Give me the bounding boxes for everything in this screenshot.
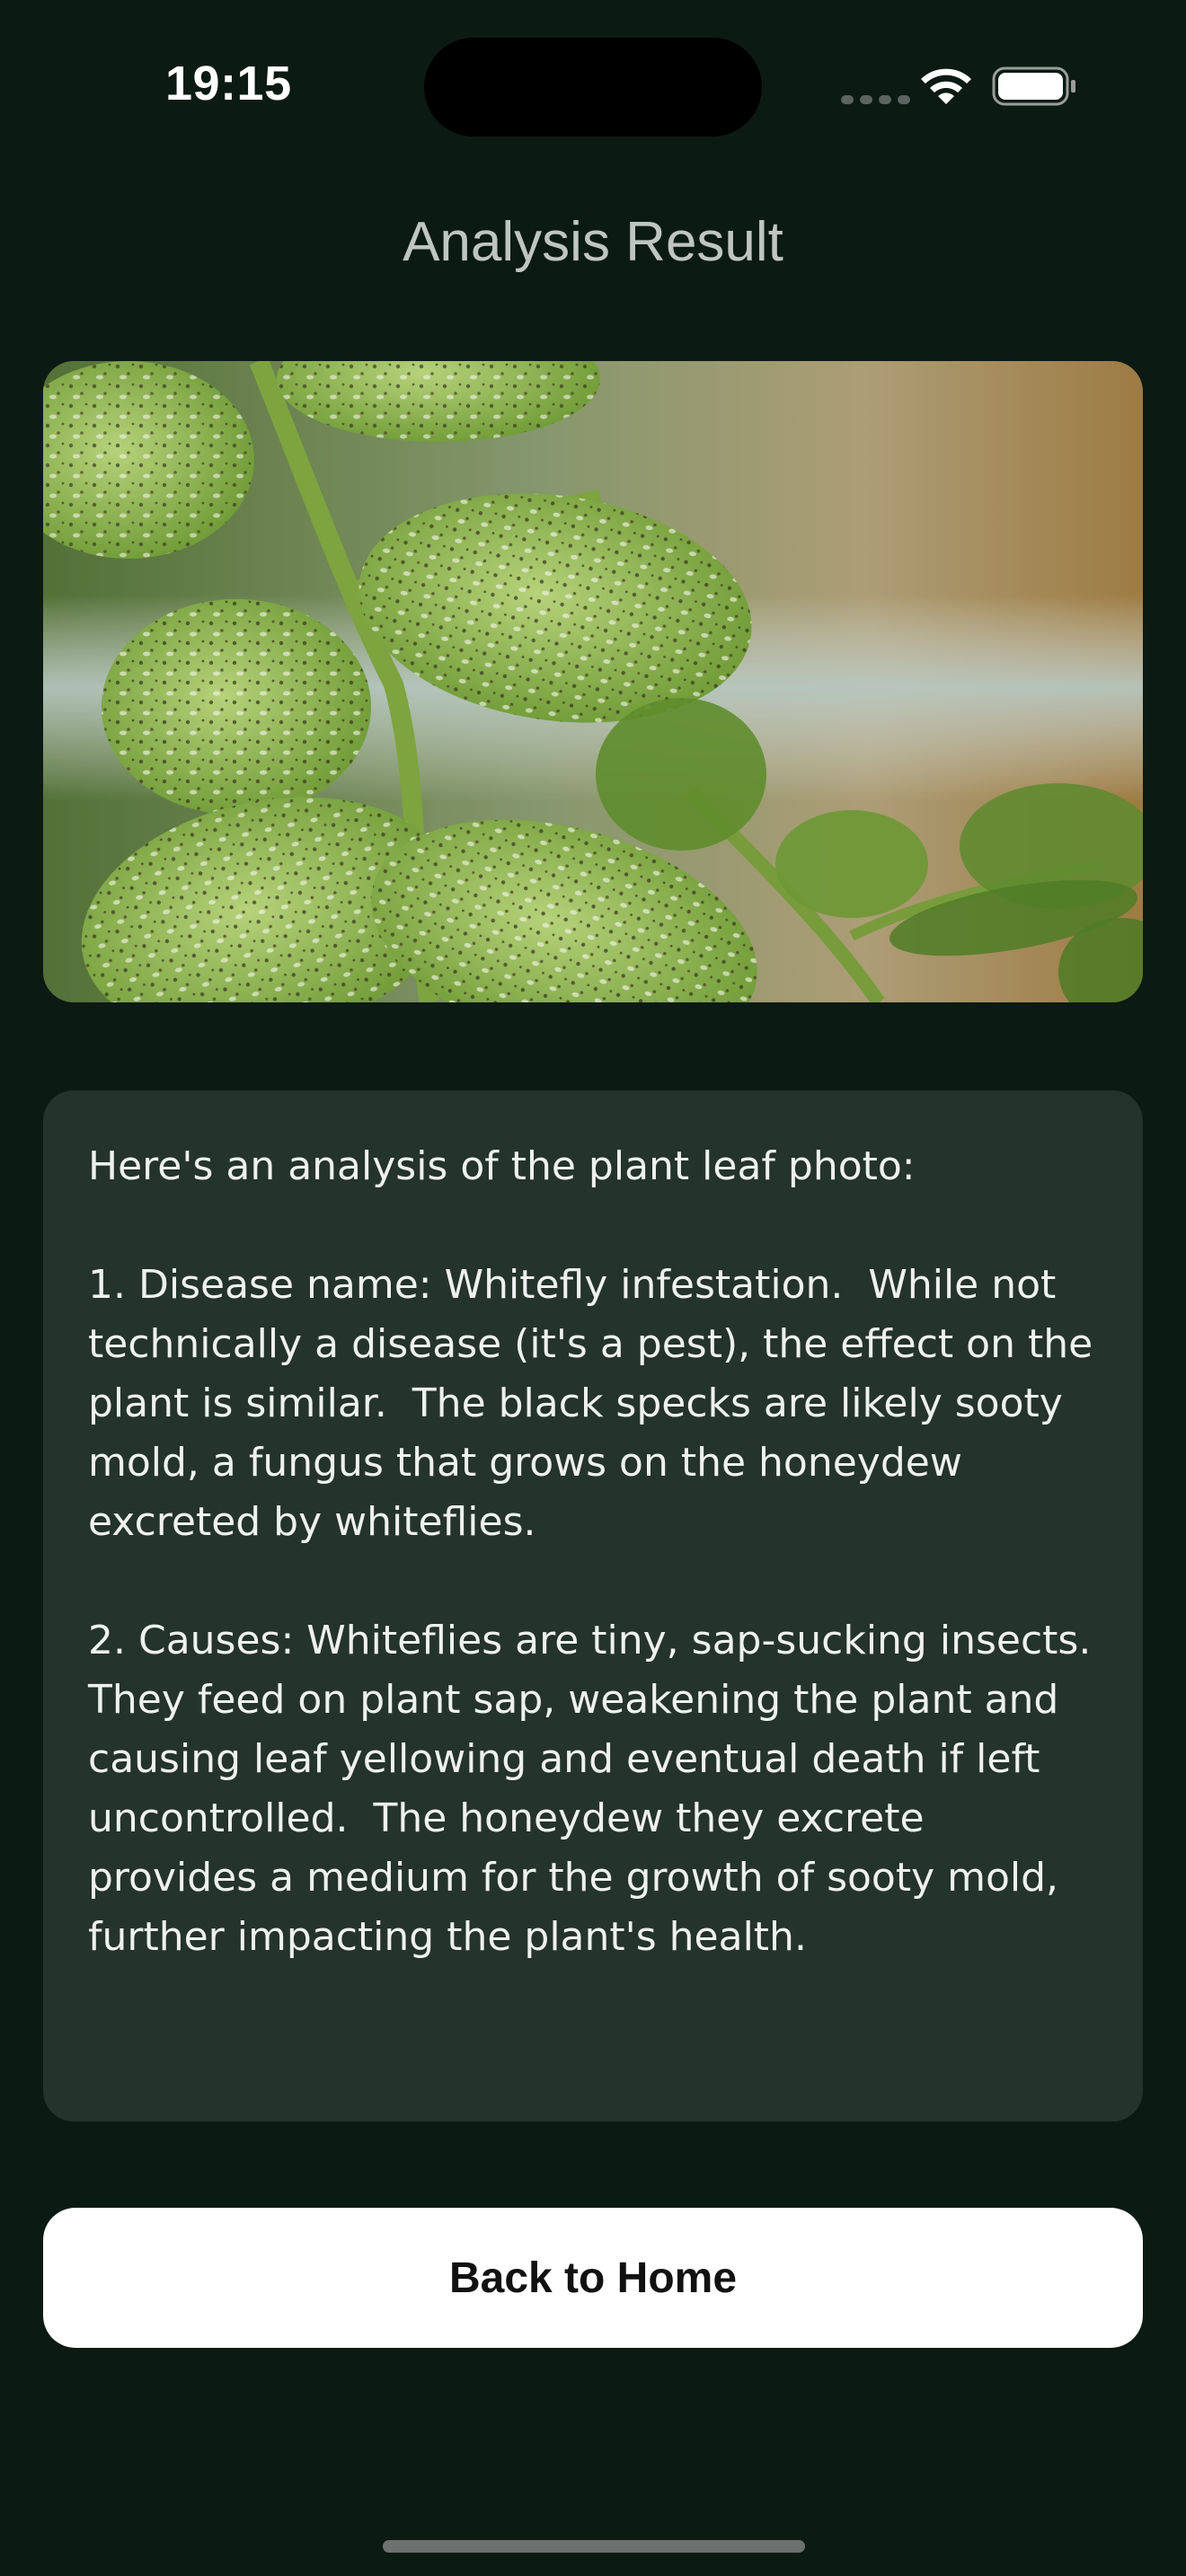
back-to-home-button[interactable]: Back to Home — [43, 2208, 1143, 2348]
dynamic-island — [424, 38, 762, 137]
home-indicator[interactable] — [383, 2540, 805, 2553]
status-time: 19:15 — [165, 57, 292, 110]
analysis-result-screen: 19:15 Analysis Result Here's an analysis… — [0, 0, 1186, 2576]
battery-icon — [992, 66, 1075, 106]
leaf-photo — [43, 361, 1143, 1002]
wifi-icon — [921, 68, 971, 104]
analysis-text: Here's an analysis of the plant leaf pho… — [88, 1143, 1093, 1960]
page-title: Analysis Result — [403, 211, 783, 273]
analysis-card: Here's an analysis of the plant leaf pho… — [43, 1090, 1143, 2122]
signal-dots-icon — [841, 95, 910, 104]
